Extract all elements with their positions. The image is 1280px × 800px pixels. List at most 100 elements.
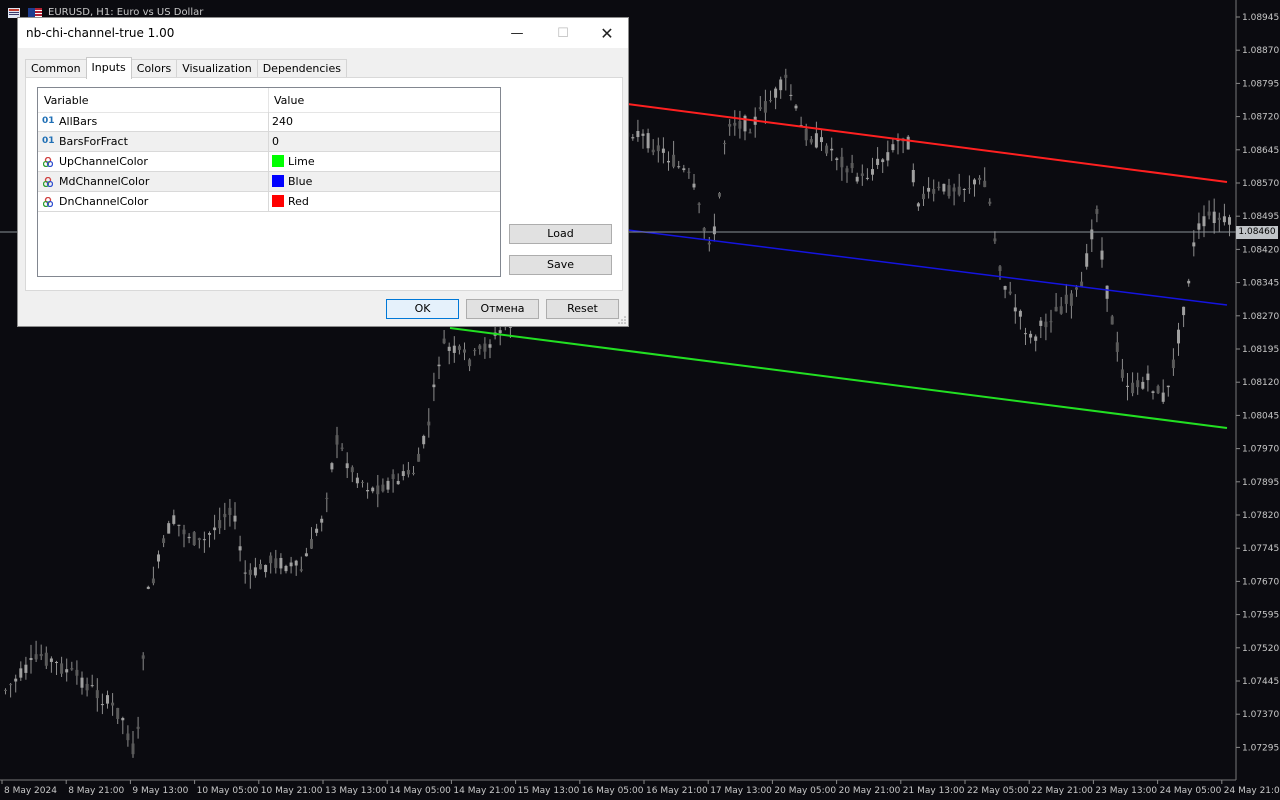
- candle-body: [304, 553, 308, 557]
- dialog-titlebar[interactable]: nb-chi-channel-true 1.00 — ☐ ✕: [18, 18, 628, 48]
- candle-body: [1197, 223, 1201, 230]
- dialog-title: nb-chi-channel-true 1.00: [26, 26, 175, 40]
- candle-body: [463, 349, 466, 353]
- candle-body: [192, 532, 196, 546]
- save-button[interactable]: Save: [509, 255, 612, 275]
- candle-body: [738, 121, 742, 129]
- candle-body: [784, 74, 788, 78]
- candle-body: [167, 523, 171, 534]
- candle-body: [769, 100, 772, 102]
- candle-body: [498, 330, 502, 334]
- input-value[interactable]: Red: [288, 195, 309, 208]
- ok-button[interactable]: OK: [386, 299, 459, 319]
- column-value-header[interactable]: Value: [274, 94, 304, 107]
- candle-body: [743, 115, 747, 132]
- color-swatch-blue[interactable]: [272, 175, 284, 187]
- tab-colors[interactable]: Colors: [130, 59, 178, 78]
- price-label: 1.08945: [1242, 13, 1279, 23]
- integer-icon: 01: [42, 116, 55, 126]
- candle-body: [927, 187, 931, 192]
- time-label: 22 May 05:00: [967, 786, 1029, 796]
- candle-body: [49, 658, 53, 662]
- input-row-allbars[interactable]: 01 AllBars 240: [38, 112, 500, 132]
- candle-body: [1013, 307, 1017, 312]
- candle-body: [44, 652, 48, 666]
- minimize-icon: —: [510, 25, 524, 41]
- input-row-dnchannelcolor[interactable]: DnChannelColor Red: [38, 192, 500, 212]
- candle-body: [1202, 216, 1206, 227]
- price-label: 1.08420: [1242, 245, 1279, 255]
- candle-body: [4, 689, 7, 691]
- candle-body: [1105, 285, 1109, 299]
- input-name: MdChannelColor: [59, 175, 150, 188]
- candle-body: [998, 266, 1002, 272]
- color-swatch-lime[interactable]: [272, 155, 284, 167]
- candle-body: [1146, 373, 1150, 381]
- candle-body: [789, 94, 793, 96]
- candle-body: [881, 159, 885, 163]
- candle-body: [692, 183, 696, 188]
- candle-body: [202, 539, 206, 541]
- tab-inputs[interactable]: Inputs: [85, 57, 132, 79]
- price-label: 1.07670: [1242, 577, 1279, 587]
- candle-body: [447, 346, 451, 351]
- candle-body: [126, 733, 130, 741]
- candle-body: [983, 180, 987, 188]
- tab-common[interactable]: Common: [25, 59, 87, 78]
- color-swatch-red[interactable]: [272, 195, 284, 207]
- price-label: 1.08270: [1242, 312, 1279, 322]
- cancel-button[interactable]: Отмена: [466, 299, 539, 319]
- minimize-button[interactable]: —: [494, 18, 540, 48]
- channel-up-line: [619, 102, 1228, 183]
- candle-body: [14, 678, 18, 682]
- candle-body: [1141, 381, 1145, 389]
- candle-body: [162, 538, 166, 543]
- candle-body: [9, 684, 13, 686]
- candle-body: [381, 484, 385, 492]
- resize-grip-icon[interactable]: [618, 316, 626, 324]
- candle-body: [967, 188, 971, 190]
- input-value[interactable]: Blue: [288, 175, 312, 188]
- tab-visualization[interactable]: Visualization: [176, 59, 258, 78]
- candle-body: [243, 572, 247, 574]
- candle-body: [253, 567, 257, 576]
- price-label: 1.07445: [1242, 677, 1279, 687]
- time-label: 23 May 13:00: [1095, 786, 1157, 796]
- color-palette-icon: [43, 197, 53, 207]
- candle-body: [667, 160, 670, 163]
- candle-body: [264, 564, 268, 573]
- column-variable-header[interactable]: Variable: [44, 94, 89, 107]
- candle-body: [855, 176, 859, 182]
- candle-body: [677, 166, 681, 168]
- maximize-icon: ☐: [557, 25, 569, 41]
- input-value[interactable]: 0: [272, 135, 279, 148]
- tab-dependencies[interactable]: Dependencies: [256, 59, 347, 78]
- candle-body: [1120, 369, 1124, 378]
- indicator-properties-dialog: nb-chi-channel-true 1.00 — ☐ ✕ Common In…: [17, 17, 629, 327]
- input-row-barsforfract[interactable]: 01 BarsForFract 0: [38, 132, 500, 152]
- channel-down-line: [449, 327, 1228, 429]
- candle-body: [468, 359, 472, 367]
- input-value[interactable]: 240: [272, 115, 293, 128]
- price-label: 1.08645: [1242, 146, 1279, 156]
- candle-body: [723, 143, 727, 145]
- candle-body: [488, 344, 492, 348]
- close-button[interactable]: ✕: [584, 18, 630, 48]
- candle-body: [141, 655, 145, 659]
- price-label: 1.07970: [1242, 445, 1279, 455]
- candle-body: [656, 145, 660, 152]
- candle-body: [401, 471, 405, 477]
- candle-body: [269, 555, 273, 564]
- load-button[interactable]: Load: [509, 224, 612, 244]
- candle-body: [1115, 342, 1119, 352]
- input-value[interactable]: Lime: [288, 155, 315, 168]
- candle-body: [95, 690, 99, 699]
- input-row-upchannelcolor[interactable]: UpChannelColor Lime: [38, 152, 500, 172]
- candle-body: [661, 148, 665, 153]
- input-row-mdchannelcolor[interactable]: MdChannelColor Blue: [38, 172, 500, 192]
- candle-body: [1090, 229, 1094, 240]
- candle-body: [702, 228, 706, 231]
- price-label: 1.08345: [1242, 279, 1279, 289]
- reset-button[interactable]: Reset: [546, 299, 619, 319]
- candle-body: [427, 421, 431, 426]
